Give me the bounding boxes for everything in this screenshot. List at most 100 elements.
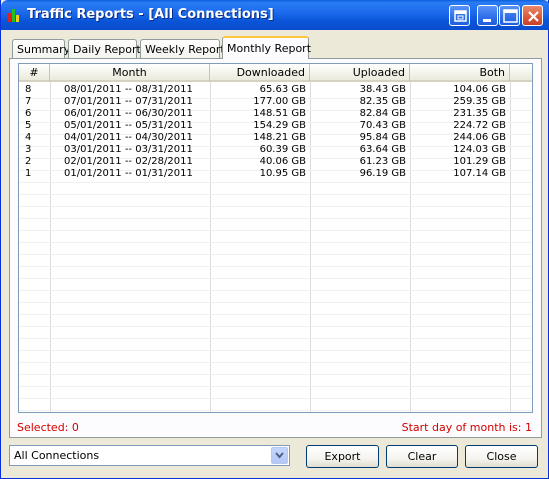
restore-window-icon	[454, 10, 467, 22]
row-gridline	[19, 278, 532, 279]
cell-downloaded: 154.29 GB	[253, 120, 306, 131]
row-gridline	[19, 218, 532, 219]
traffic-reports-window: Traffic Reports - [All Connections] Summ…	[0, 0, 549, 479]
window-title: Traffic Reports - [All Connections]	[27, 7, 274, 22]
cell-downloaded: 177.00 GB	[253, 96, 306, 107]
start-day-of-month: Start day of month is: 1	[401, 421, 532, 434]
close-window-button[interactable]	[522, 5, 543, 26]
cell-month: 07/01/2011 -- 07/31/2011	[64, 96, 193, 107]
tab-daily-report[interactable]: Daily Report	[68, 39, 141, 58]
row-gridline	[19, 338, 532, 339]
cell-both: 124.03 GB	[453, 144, 506, 155]
cell-number: 6	[25, 108, 32, 119]
title-bar[interactable]: Traffic Reports - [All Connections]	[1, 0, 549, 30]
row-gridline	[19, 386, 532, 387]
cell-uploaded: 96.19 GB	[359, 168, 406, 179]
cell-number: 4	[25, 132, 32, 143]
row-gridline	[19, 290, 532, 291]
cell-uploaded: 61.23 GB	[359, 156, 406, 167]
row-gridline	[19, 326, 532, 327]
table-row[interactable]: 1 01/01/2011 -- 01/31/2011 10.95 GB 96.19 G…	[19, 168, 532, 180]
cell-uploaded: 70.43 GB	[359, 120, 406, 131]
monthly-report-panel: # Month Downloaded Uploaded Both 8 08/01/…	[9, 58, 542, 438]
column-header-uploaded[interactable]: Uploaded	[310, 64, 410, 82]
export-button[interactable]: Export	[306, 445, 379, 468]
cell-downloaded: 40.06 GB	[259, 156, 306, 167]
cell-both: 244.06 GB	[453, 132, 506, 143]
table-row[interactable]: 4 04/01/2011 -- 04/30/2011 148.21 GB 95.84 …	[19, 132, 532, 144]
row-gridline	[19, 374, 532, 375]
table-row[interactable]: 5 05/01/2011 -- 05/31/2011 154.29 GB 70.43 …	[19, 120, 532, 132]
row-gridline	[19, 314, 532, 315]
row-gridline	[19, 206, 532, 207]
row-gridline	[19, 182, 532, 183]
maximize-button[interactable]	[499, 5, 520, 26]
restore-window-button[interactable]	[449, 5, 470, 26]
cell-both: 104.06 GB	[453, 84, 506, 95]
table-row[interactable]: 2 02/01/2011 -- 02/28/2011 40.06 GB 61.23 G…	[19, 156, 532, 168]
connection-select-value: All Connections	[14, 449, 100, 462]
close-button[interactable]: Close	[465, 445, 538, 468]
cell-month: 03/01/2011 -- 03/31/2011	[64, 144, 193, 155]
row-gridline	[19, 230, 532, 231]
cell-number: 3	[25, 144, 32, 155]
clear-button[interactable]: Clear	[386, 445, 458, 468]
tab-monthly-report[interactable]: Monthly Report	[222, 36, 311, 59]
selected-count: Selected: 0	[17, 421, 79, 434]
cell-number: 1	[25, 168, 32, 179]
tab-weekly-report[interactable]: Weekly Report	[140, 39, 225, 58]
tab-summary[interactable]: Summary	[12, 39, 70, 58]
row-gridline	[19, 302, 532, 303]
column-header-downloaded[interactable]: Downloaded	[210, 64, 310, 82]
monthly-report-table[interactable]: # Month Downloaded Uploaded Both 8 08/01/…	[18, 63, 533, 413]
cell-number: 8	[25, 84, 32, 95]
connection-select-dropdown-button[interactable]	[271, 447, 288, 464]
cell-both: 107.14 GB	[453, 168, 506, 179]
app-chart-icon	[8, 9, 19, 22]
row-gridline	[19, 194, 532, 195]
cell-downloaded: 60.39 GB	[259, 144, 306, 155]
column-header-month[interactable]: Month	[50, 64, 210, 82]
row-gridline	[19, 398, 532, 399]
cell-both: 259.35 GB	[453, 96, 506, 107]
cell-month: 08/01/2011 -- 08/31/2011	[64, 84, 193, 95]
close-icon	[528, 11, 539, 22]
cell-both: 231.35 GB	[453, 108, 506, 119]
column-header-both[interactable]: Both	[410, 64, 510, 82]
table-row[interactable]: 7 07/01/2011 -- 07/31/2011 177.00 GB 82.35 …	[19, 96, 532, 108]
cell-uploaded: 95.84 GB	[359, 132, 406, 143]
chevron-down-icon	[275, 452, 284, 459]
maximize-icon	[503, 9, 518, 23]
cell-month: 02/01/2011 -- 02/28/2011	[64, 156, 193, 167]
table-header: # Month Downloaded Uploaded Both	[19, 64, 532, 82]
row-gridline	[19, 410, 532, 411]
table-row[interactable]: 8 08/01/2011 -- 08/31/2011 65.63 GB 38.43 G…	[19, 84, 532, 96]
cell-both: 224.72 GB	[453, 120, 506, 131]
cell-uploaded: 82.35 GB	[359, 96, 406, 107]
cell-month: 06/01/2011 -- 06/30/2011	[64, 108, 193, 119]
cell-month: 01/01/2011 -- 01/31/2011	[64, 168, 193, 179]
cell-number: 2	[25, 156, 32, 167]
cell-uploaded: 82.84 GB	[359, 108, 406, 119]
row-gridline	[19, 242, 532, 243]
minimize-button[interactable]	[477, 5, 498, 26]
cell-month: 04/01/2011 -- 04/30/2011	[64, 132, 193, 143]
minimize-icon	[483, 19, 491, 22]
cell-number: 5	[25, 120, 32, 131]
connection-select[interactable]: All Connections	[9, 445, 290, 466]
cell-uploaded: 38.43 GB	[359, 84, 406, 95]
cell-downloaded: 148.51 GB	[253, 108, 306, 119]
row-gridline	[19, 350, 532, 351]
cell-month: 05/01/2011 -- 05/31/2011	[64, 120, 193, 131]
cell-downloaded: 148.21 GB	[253, 132, 306, 143]
cell-uploaded: 63.64 GB	[359, 144, 406, 155]
cell-downloaded: 10.95 GB	[259, 168, 306, 179]
row-gridline	[19, 266, 532, 267]
cell-downloaded: 65.63 GB	[259, 84, 306, 95]
cell-both: 101.29 GB	[453, 156, 506, 167]
row-gridline	[19, 254, 532, 255]
table-row[interactable]: 3 03/01/2011 -- 03/31/2011 60.39 GB 63.64 G…	[19, 144, 532, 156]
column-header-number[interactable]: #	[19, 64, 50, 82]
row-gridline	[19, 362, 532, 363]
table-row[interactable]: 6 06/01/2011 -- 06/30/2011 148.51 GB 82.84 …	[19, 108, 532, 120]
